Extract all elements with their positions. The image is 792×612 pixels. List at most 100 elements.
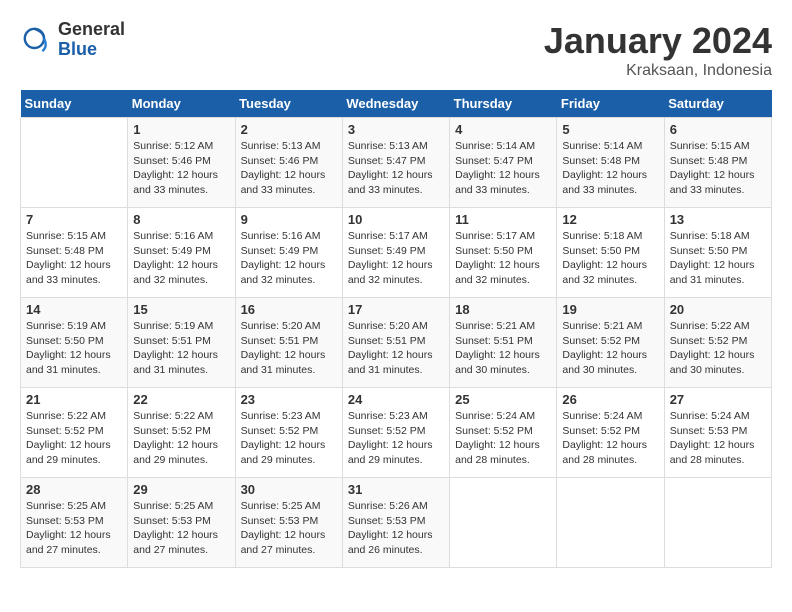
day-info: Sunrise: 5:23 AM Sunset: 5:52 PM Dayligh… — [241, 409, 337, 468]
day-number: 23 — [241, 392, 337, 407]
day-number: 22 — [133, 392, 229, 407]
calendar-cell: 8Sunrise: 5:16 AM Sunset: 5:49 PM Daylig… — [128, 208, 235, 298]
day-number: 24 — [348, 392, 444, 407]
day-info: Sunrise: 5:17 AM Sunset: 5:49 PM Dayligh… — [348, 229, 444, 288]
day-header-thursday: Thursday — [450, 90, 557, 118]
day-info: Sunrise: 5:19 AM Sunset: 5:50 PM Dayligh… — [26, 319, 122, 378]
day-info: Sunrise: 5:15 AM Sunset: 5:48 PM Dayligh… — [670, 139, 766, 198]
calendar-cell: 28Sunrise: 5:25 AM Sunset: 5:53 PM Dayli… — [21, 478, 128, 568]
day-number: 9 — [241, 212, 337, 227]
calendar-cell: 17 Sunrise: 5:20 AM Sunset: 5:51 PM Dayli… — [342, 298, 449, 388]
day-info: Sunrise: 5:20 AM Sunset: 5:51 PM Dayligh… — [348, 319, 444, 378]
day-number: 25 — [455, 392, 551, 407]
day-number: 29 — [133, 482, 229, 497]
day-info: Sunrise: 5:21 AM Sunset: 5:52 PM Dayligh… — [562, 319, 658, 378]
day-number: 14 — [26, 302, 122, 317]
day-number: 30 — [241, 482, 337, 497]
day-number: 4 — [455, 122, 551, 137]
day-number: 13 — [670, 212, 766, 227]
day-number: 21 — [26, 392, 122, 407]
day-info: Sunrise: 5:23 AM Sunset: 5:52 PM Dayligh… — [348, 409, 444, 468]
day-number: 27 — [670, 392, 766, 407]
day-number: 15 — [133, 302, 229, 317]
day-header-wednesday: Wednesday — [342, 90, 449, 118]
day-info: Sunrise: 5:22 AM Sunset: 5:52 PM Dayligh… — [133, 409, 229, 468]
header: General Blue January 2024 Kraksaan, Indo… — [20, 20, 772, 80]
calendar-cell: 27 Sunrise: 5:24 AM Sunset: 5:53 PM Dayli… — [664, 388, 771, 478]
calendar-cell: 5 Sunrise: 5:14 AM Sunset: 5:48 PM Daylig… — [557, 118, 664, 208]
calendar-cell: 10 Sunrise: 5:17 AM Sunset: 5:49 PM Dayli… — [342, 208, 449, 298]
calendar-table: SundayMondayTuesdayWednesdayThursdayFrid… — [20, 90, 772, 568]
calendar-cell: 23 Sunrise: 5:23 AM Sunset: 5:52 PM Dayli… — [235, 388, 342, 478]
calendar-cell: 18 Sunrise: 5:21 AM Sunset: 5:51 PM Dayli… — [450, 298, 557, 388]
day-info: Sunrise: 5:13 AM Sunset: 5:47 PM Dayligh… — [348, 139, 444, 198]
calendar-cell: 19 Sunrise: 5:21 AM Sunset: 5:52 PM Dayli… — [557, 298, 664, 388]
day-info: Sunrise: 5:24 AM Sunset: 5:53 PM Dayligh… — [670, 409, 766, 468]
day-info: Sunrise: 5:25 AM Sunset: 5:53 PM Dayligh… — [133, 499, 229, 558]
day-number: 20 — [670, 302, 766, 317]
day-number: 3 — [348, 122, 444, 137]
calendar-cell: 1 Sunrise: 5:12 AM Sunset: 5:46 PM Daylig… — [128, 118, 235, 208]
day-header-sunday: Sunday — [21, 90, 128, 118]
logo-blue-text: Blue — [58, 40, 125, 60]
logo-icon — [20, 24, 52, 56]
day-number: 1 — [133, 122, 229, 137]
day-info: Sunrise: 5:14 AM Sunset: 5:48 PM Dayligh… — [562, 139, 658, 198]
day-info: Sunrise: 5:16 AM Sunset: 5:49 PM Dayligh… — [241, 229, 337, 288]
day-number: 28 — [26, 482, 122, 497]
week-row-5: 28 Sunrise: 5:25 AM Sunset: 5:53 PM Dayli… — [21, 478, 772, 568]
day-number: 16 — [241, 302, 337, 317]
calendar-cell: 20 Sunrise: 5:22 AM Sunset: 5:52 PM Dayli… — [664, 298, 771, 388]
day-number: 10 — [348, 212, 444, 227]
day-info: Sunrise: 5:22 AM Sunset: 5:52 PM Dayligh… — [670, 319, 766, 378]
calendar-cell: 31 Sunrise: 5:26 AM Sunset: 5:53 PM Dayli… — [342, 478, 449, 568]
logo-general-text: General — [58, 20, 125, 40]
day-number: 31 — [348, 482, 444, 497]
day-info: Sunrise: 5:17 AM Sunset: 5:50 PM Dayligh… — [455, 229, 551, 288]
location-subtitle: Kraksaan, Indonesia — [544, 62, 772, 80]
calendar-cell: 15 Sunrise: 5:19 AM Sunset: 5:51 PM Dayli… — [128, 298, 235, 388]
day-info: Sunrise: 5:13 AM Sunset: 5:46 PM Dayligh… — [241, 139, 337, 198]
day-info: Sunrise: 5:25 AM Sunset: 5:53 PM Dayligh… — [241, 499, 337, 558]
calendar-cell: 30 Sunrise: 5:25 AM Sunset: 5:53 PM Dayli… — [235, 478, 342, 568]
day-header-tuesday: Tuesday — [235, 90, 342, 118]
day-header-saturday: Saturday — [664, 90, 771, 118]
week-row-2: 7 Sunrise: 5:15 AM Sunset: 5:48 PM Daylig… — [21, 208, 772, 298]
day-info: Sunrise: 5:26 AM Sunset: 5:53 PM Dayligh… — [348, 499, 444, 558]
calendar-cell — [664, 478, 771, 568]
calendar-cell: 22 Sunrise: 5:22 AM Sunset: 5:52 PM Dayli… — [128, 388, 235, 478]
day-number: 17 — [348, 302, 444, 317]
day-number: 2 — [241, 122, 337, 137]
day-info: Sunrise: 5:14 AM Sunset: 5:47 PM Dayligh… — [455, 139, 551, 198]
day-number: 7 — [26, 212, 122, 227]
day-number: 18 — [455, 302, 551, 317]
day-number: 19 — [562, 302, 658, 317]
title-area: January 2024 Kraksaan, Indonesia — [544, 20, 772, 80]
day-number: 8 — [133, 212, 229, 227]
day-number: 12 — [562, 212, 658, 227]
week-row-4: 21 Sunrise: 5:22 AM Sunset: 5:52 PM Dayli… — [21, 388, 772, 478]
day-info: Sunrise: 5:15 AM Sunset: 5:48 PM Dayligh… — [26, 229, 122, 288]
day-number: 11 — [455, 212, 551, 227]
calendar-cell: 13Sunrise: 5:18 AM Sunset: 5:50 PM Dayli… — [664, 208, 771, 298]
week-row-3: 14 Sunrise: 5:19 AM Sunset: 5:50 PM Dayli… — [21, 298, 772, 388]
day-number: 6 — [670, 122, 766, 137]
day-header-friday: Friday — [557, 90, 664, 118]
day-info: Sunrise: 5:22 AM Sunset: 5:52 PM Dayligh… — [26, 409, 122, 468]
calendar-cell: 3 Sunrise: 5:13 AM Sunset: 5:47 PM Daylig… — [342, 118, 449, 208]
day-info: Sunrise: 5:18 AM Sunset: 5:50 PM Dayligh… — [562, 229, 658, 288]
day-header-monday: Monday — [128, 90, 235, 118]
calendar-cell — [557, 478, 664, 568]
day-info: Sunrise: 5:19 AM Sunset: 5:51 PM Dayligh… — [133, 319, 229, 378]
day-number: 5 — [562, 122, 658, 137]
logo: General Blue — [20, 20, 125, 60]
day-info: Sunrise: 5:24 AM Sunset: 5:52 PM Dayligh… — [455, 409, 551, 468]
calendar-cell — [450, 478, 557, 568]
calendar-cell: 7 Sunrise: 5:15 AM Sunset: 5:48 PM Daylig… — [21, 208, 128, 298]
calendar-cell: 29 Sunrise: 5:25 AM Sunset: 5:53 PM Dayli… — [128, 478, 235, 568]
calendar-cell: 24 Sunrise: 5:23 AM Sunset: 5:52 PM Dayli… — [342, 388, 449, 478]
calendar-cell: 2 Sunrise: 5:13 AM Sunset: 5:46 PM Daylig… — [235, 118, 342, 208]
calendar-cell: 9 Sunrise: 5:16 AM Sunset: 5:49 PM Daylig… — [235, 208, 342, 298]
day-info: Sunrise: 5:21 AM Sunset: 5:51 PM Dayligh… — [455, 319, 551, 378]
day-info: Sunrise: 5:12 AM Sunset: 5:46 PM Dayligh… — [133, 139, 229, 198]
